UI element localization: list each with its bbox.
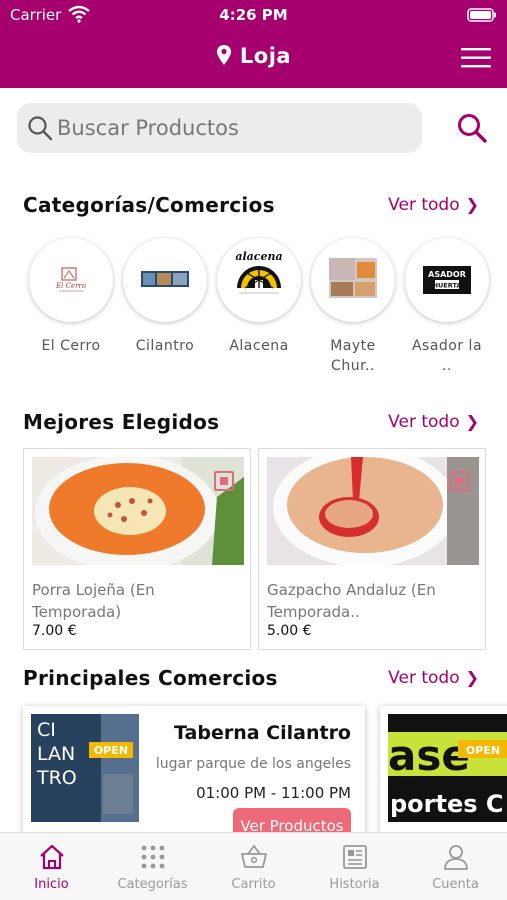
see-all-label: Ver todo <box>388 195 460 215</box>
tab-cuenta[interactable]: Cuenta <box>405 833 506 900</box>
cilantro-thumbnail <box>123 238 207 322</box>
battery-icon <box>467 8 496 22</box>
search-button-icon[interactable] <box>456 112 488 144</box>
best-picks-title: Mejores Elegidos <box>23 410 220 434</box>
svg-text:ASADOR: ASADOR <box>428 270 466 279</box>
hamburger-menu-icon[interactable] <box>459 46 493 70</box>
category-alacena[interactable]: alacena Alacena <box>216 238 302 356</box>
category-label-line-1: Mayte <box>330 338 376 354</box>
search-icon <box>28 116 53 141</box>
location-name: Loja <box>239 44 292 68</box>
tab-historia[interactable]: Historia <box>304 833 405 900</box>
bookmark-icon[interactable] <box>214 471 234 491</box>
tab-bar: Inicio Categorías Carrito Historia Cuent… <box>0 832 507 900</box>
search-bar <box>17 103 422 153</box>
el-cerro-logo: El Cerro <box>29 238 113 322</box>
svg-text:HUERTA: HUERTA <box>433 282 462 290</box>
basket-icon <box>241 844 267 868</box>
store-card-taberna-cilantro[interactable]: CI LAN TRO OPEN Taberna Cilantro lugar p… <box>23 706 365 846</box>
top-bar: Carrier 4:26 PM Loja <box>0 0 507 88</box>
open-badge: OPEN <box>94 744 128 757</box>
product-name: Porra Lojeña (En Temporada) <box>32 581 155 621</box>
category-cilantro[interactable]: Cilantro <box>122 238 208 356</box>
home-icon <box>40 844 64 870</box>
product-image <box>32 457 244 565</box>
category-label: El Cerro <box>41 338 101 354</box>
asador-logo: ASADOR HUERTA <box>405 238 489 322</box>
location-selector[interactable]: Loja <box>0 44 507 68</box>
see-all-label: Ver todo <box>388 668 460 688</box>
chevron-right-icon: ❯ <box>465 668 479 687</box>
top-stores-title: Principales Comercios <box>23 666 278 690</box>
best-picks-see-all-link[interactable]: Ver todo ❯ <box>388 412 479 432</box>
tab-label: Historia <box>329 877 380 892</box>
tab-label: Categorías <box>117 877 188 892</box>
chevron-right-icon: ❯ <box>465 412 479 431</box>
location-pin-icon <box>216 45 231 65</box>
product-card-gazpacho[interactable]: Gazpacho Andaluz (En Temporada.. 5.00 € <box>258 448 486 650</box>
categories-see-all-link[interactable]: Ver todo ❯ <box>388 195 479 215</box>
tab-label: Cuenta <box>432 877 479 892</box>
category-label: Mayte Chur.. <box>310 336 396 376</box>
bookmark-icon[interactable] <box>449 471 469 491</box>
tab-carrito[interactable]: Carrito <box>203 833 304 900</box>
see-all-label: Ver todo <box>388 412 460 432</box>
category-el-cerro[interactable]: El Cerro El Cerro <box>28 238 114 356</box>
category-asador-la-huerta[interactable]: ASADOR HUERTA Asador la.. <box>404 238 490 376</box>
search-input[interactable] <box>57 103 412 153</box>
store-sign-line-2: portes C <box>390 790 504 818</box>
top-stores-see-all-link[interactable]: Ver todo ❯ <box>388 668 479 688</box>
status-bar: Carrier 4:26 PM <box>0 0 507 30</box>
store-image: CI LAN TRO OPEN <box>31 714 139 822</box>
open-badge: OPEN <box>466 744 500 757</box>
store-address: lugar parque de los angeles <box>155 756 351 772</box>
tab-label: Inicio <box>34 877 69 892</box>
category-label: Alacena <box>229 338 289 354</box>
product-card-porra[interactable]: Porra Lojeña (En Temporada) 7.00 € <box>23 448 251 650</box>
newspaper-icon <box>343 845 367 869</box>
category-label-line-2: .. <box>442 358 452 374</box>
product-price: 7.00 € <box>32 623 77 639</box>
store-sign-line-3: TRO <box>36 767 77 789</box>
app-screen: Carrier 4:26 PM Loja Buscar Productos Ca… <box>0 0 507 900</box>
store-sign-line-1: CI <box>37 719 56 741</box>
clock: 4:26 PM <box>219 6 288 24</box>
store-sign-line-2: LAN <box>37 743 75 765</box>
tab-inicio[interactable]: Inicio <box>1 833 102 900</box>
user-icon <box>444 845 468 870</box>
categories-title: Categorías/Comercios <box>23 193 275 217</box>
mayte-thumbnail <box>311 238 395 322</box>
alacena-logo: alacena <box>217 238 301 322</box>
grid-icon <box>141 845 165 869</box>
category-mayte-churros[interactable]: Mayte Chur.. <box>310 238 396 376</box>
product-name: Gazpacho Andaluz (En Temporada.. <box>267 581 436 621</box>
tab-label: Carrito <box>231 877 276 892</box>
store-hours: 01:00 PM - 11:00 PM <box>196 784 351 802</box>
store-sign-line-1: ase <box>388 731 470 780</box>
store-name: Taberna Cilantro <box>174 722 351 744</box>
chevron-right-icon: ❯ <box>465 195 479 214</box>
product-image <box>267 457 479 565</box>
tab-categorias[interactable]: Categorías <box>102 833 203 900</box>
svg-text:alacena: alacena <box>235 250 282 263</box>
category-label: Asador la.. <box>404 336 490 376</box>
svg-text:El Cerro: El Cerro <box>55 282 86 290</box>
store-card-partial[interactable]: ase OPEN portes C <box>380 706 507 846</box>
category-label-line-2: Chur.. <box>331 358 375 374</box>
product-price: 5.00 € <box>267 623 312 639</box>
store-image: ase OPEN portes C <box>388 714 507 822</box>
category-label-line-1: Asador la <box>411 338 483 354</box>
category-label: Cilantro <box>135 338 195 354</box>
